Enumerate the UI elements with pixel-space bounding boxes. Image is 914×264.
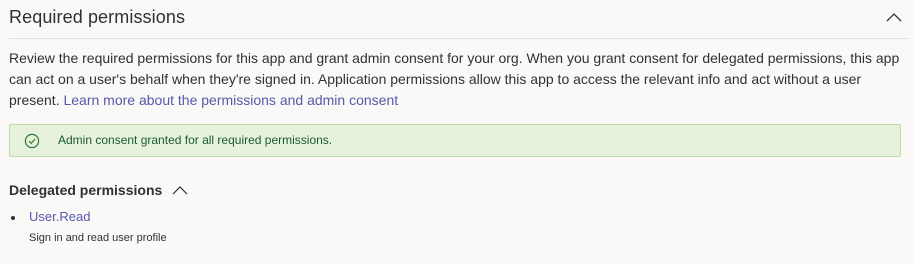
- permission-name-link[interactable]: User.Read: [29, 209, 90, 224]
- chevron-up-icon: [886, 13, 902, 22]
- collapse-section-button[interactable]: [885, 9, 903, 27]
- delegated-permissions-header: Delegated permissions: [9, 181, 188, 199]
- check-circle-icon: [24, 133, 40, 149]
- delegated-permissions-label: Delegated permissions: [9, 182, 163, 198]
- bullet-icon: [11, 216, 15, 220]
- consent-status-banner: Admin consent granted for all required p…: [9, 124, 901, 157]
- required-permissions-section: Required permissions Review the required…: [0, 0, 914, 264]
- permissions-description: Review the required permissions for this…: [9, 48, 909, 111]
- permission-description: Sign in and read user profile: [29, 232, 167, 244]
- section-header: Required permissions: [9, 0, 909, 39]
- section-title: Required permissions: [9, 7, 186, 27]
- banner-message: Admin consent granted for all required p…: [58, 133, 333, 147]
- chevron-up-icon[interactable]: [172, 182, 188, 198]
- learn-more-link[interactable]: Learn more about the permissions and adm…: [63, 92, 398, 108]
